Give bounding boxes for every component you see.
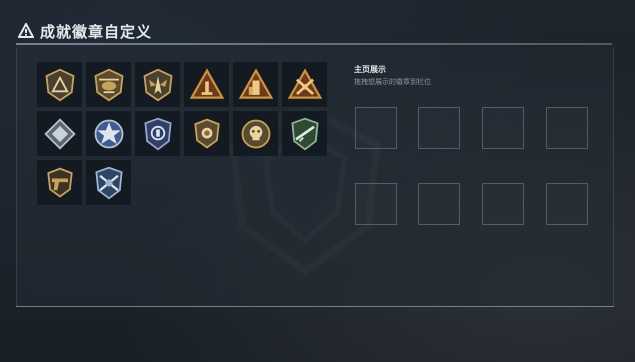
homepage-display-title: 主页展示 bbox=[354, 65, 386, 74]
skull-icon bbox=[241, 119, 270, 148]
display-slot-6[interactable] bbox=[418, 183, 460, 225]
police-shield-icon bbox=[143, 117, 172, 150]
blue-crossed-rifles-badge[interactable] bbox=[86, 160, 131, 205]
page-title: 成就徽章自定义 bbox=[40, 22, 153, 41]
triangle-emblem-icon bbox=[45, 68, 74, 101]
wings-badge[interactable] bbox=[135, 62, 180, 107]
silver-diamond-badge[interactable] bbox=[37, 111, 82, 156]
blue-police-shield-badge[interactable] bbox=[135, 111, 180, 156]
helicopter-badge[interactable] bbox=[86, 62, 131, 107]
panel-bottom-divider bbox=[16, 306, 614, 307]
rifle-icon bbox=[290, 117, 319, 150]
skull-emblem-badge[interactable] bbox=[233, 111, 278, 156]
lion-shield-badge[interactable] bbox=[184, 111, 229, 156]
pistol-icon bbox=[46, 167, 73, 198]
silver-star-badge[interactable] bbox=[86, 111, 131, 156]
display-slot-3[interactable] bbox=[482, 107, 524, 149]
display-slot-8[interactable] bbox=[546, 183, 588, 225]
display-slot-1[interactable] bbox=[355, 107, 397, 149]
lion-icon bbox=[193, 118, 220, 149]
title-divider bbox=[16, 43, 612, 45]
display-slot-5[interactable] bbox=[355, 183, 397, 225]
crossed-arms-icon bbox=[287, 67, 322, 99]
gold-triangle-shield-badge[interactable] bbox=[37, 62, 82, 107]
triangle-warning-icon bbox=[18, 23, 34, 39]
star-icon bbox=[94, 119, 123, 148]
badge-grid bbox=[37, 62, 327, 205]
helicopter-icon bbox=[94, 68, 123, 101]
tower-icon bbox=[238, 67, 273, 99]
display-slot-4[interactable] bbox=[546, 107, 588, 149]
homepage-display-hint: 拖拽想展示的徽章到栏位 bbox=[354, 78, 431, 86]
green-rifle-badge[interactable] bbox=[282, 111, 327, 156]
page-header: 成就徽章自定义 bbox=[18, 20, 152, 42]
wings-icon bbox=[143, 68, 172, 101]
triangle-crossed-arms-badge[interactable] bbox=[282, 62, 327, 107]
display-slot-2[interactable] bbox=[418, 107, 460, 149]
pillar-icon bbox=[189, 67, 224, 99]
triangle-pillar-badge[interactable] bbox=[184, 62, 229, 107]
display-slot-7[interactable] bbox=[482, 183, 524, 225]
gold-pistol-badge[interactable] bbox=[37, 160, 82, 205]
triangle-tower-badge[interactable] bbox=[233, 62, 278, 107]
crossed-rifles-icon bbox=[94, 166, 123, 199]
diamond-icon bbox=[43, 117, 76, 150]
